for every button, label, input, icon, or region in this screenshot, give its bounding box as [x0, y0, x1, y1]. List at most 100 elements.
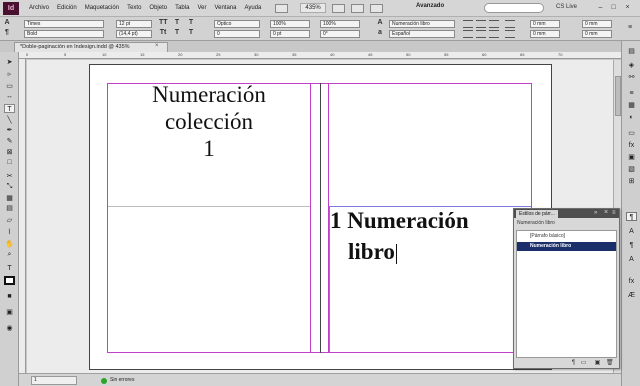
language-icon[interactable]: a: [376, 29, 384, 37]
justify-left-icon[interactable]: [463, 30, 473, 38]
justify-all-icon[interactable]: [489, 30, 499, 38]
screen-mode-tool-icon[interactable]: ◉: [4, 324, 15, 333]
style-item-basic[interactable]: [Párrafo básico]: [517, 232, 616, 241]
line-tool-icon[interactable]: ╲: [4, 116, 15, 125]
effects-panel-icon[interactable]: fx: [626, 141, 637, 150]
character-panel-icon[interactable]: A: [626, 255, 637, 264]
gap-tool-icon[interactable]: ↔: [4, 92, 15, 101]
view-options-icon[interactable]: [331, 3, 345, 13]
new-group-icon[interactable]: ▭: [580, 360, 587, 367]
page-spread[interactable]: Numeración colección 1 1 Numeración libr…: [89, 64, 552, 370]
paragraph-mode-icon[interactable]: ¶: [3, 29, 11, 37]
layers-panel-icon[interactable]: ◈: [626, 61, 637, 70]
paragraph-panel-icon[interactable]: ¶: [626, 241, 637, 250]
search-input[interactable]: [484, 3, 544, 13]
superscript-icon[interactable]: T: [173, 19, 181, 27]
normal-view-icon[interactable]: ▣: [4, 308, 15, 317]
menu-tabla[interactable]: Tabla: [171, 5, 193, 11]
align-center-icon[interactable]: [476, 20, 486, 28]
menu-ventana[interactable]: Ventana: [210, 5, 240, 11]
kerning-field[interactable]: Óptico: [214, 20, 260, 28]
paragraph-styles-panel-icon[interactable]: ¶: [626, 212, 637, 221]
text-wrap-panel-icon[interactable]: ▧: [626, 165, 637, 174]
gradient-feather-tool-icon[interactable]: ▤: [4, 204, 15, 213]
style-item-numeracion-libro[interactable]: Numeración libro: [517, 242, 616, 251]
menu-edicion[interactable]: Edición: [53, 5, 81, 11]
zoom-tool-icon[interactable]: ⌕: [4, 250, 15, 259]
first-line-indent-field[interactable]: 0 mm: [530, 30, 560, 38]
delete-style-icon[interactable]: 🗑: [606, 360, 614, 367]
space-after-field[interactable]: 0 mm: [582, 30, 612, 38]
eyedropper-tool-icon[interactable]: ⌇: [4, 228, 15, 237]
close-tab-icon[interactable]: ×: [155, 42, 159, 51]
font-size-field[interactable]: 12 pt: [116, 20, 152, 28]
underline-icon[interactable]: T: [187, 19, 195, 27]
font-family-field[interactable]: Times: [24, 20, 104, 28]
close-icon[interactable]: ×: [623, 3, 632, 12]
pencil-tool-icon[interactable]: ✎: [4, 137, 15, 146]
pages-panel-icon[interactable]: ▤: [626, 47, 637, 56]
clear-overrides-icon[interactable]: ¶: [570, 360, 577, 367]
bridge-icon[interactable]: [275, 3, 289, 13]
paragraph-style-field[interactable]: Numeración libro: [389, 20, 455, 28]
panel-tab[interactable]: Estilos de párr...: [516, 210, 558, 218]
panel-header[interactable]: Estilos de párr... » × ≡: [514, 209, 619, 218]
gradient-tool-icon[interactable]: ▦: [4, 194, 15, 203]
links-panel-icon[interactable]: ⚯: [626, 73, 637, 82]
left-indent-field[interactable]: 0 mm: [530, 20, 560, 28]
object-styles-panel-icon[interactable]: ▣: [626, 153, 637, 162]
pen-tool-icon[interactable]: ✒: [4, 126, 15, 135]
character-styles-panel-icon[interactable]: A: [626, 227, 637, 236]
tracking-field[interactable]: 0: [214, 30, 260, 38]
new-style-icon[interactable]: ▣: [594, 360, 601, 367]
note-tool-icon[interactable]: ▱: [4, 216, 15, 225]
subscript-icon[interactable]: T: [173, 29, 181, 37]
type-tool-icon[interactable]: T: [4, 104, 15, 113]
menu-archivo[interactable]: Archivo: [25, 5, 53, 11]
stroke-panel-icon[interactable]: ≡: [626, 89, 637, 98]
character-mode-icon[interactable]: A: [3, 19, 11, 27]
rectangle-tool-icon[interactable]: □: [4, 158, 15, 167]
swatches-panel-icon[interactable]: ▦: [626, 101, 637, 110]
glyphs-panel-icon[interactable]: Æ: [626, 291, 637, 300]
horizontal-scale-field[interactable]: 100%: [320, 20, 360, 28]
all-caps-icon[interactable]: TT: [159, 19, 168, 27]
scissors-tool-icon[interactable]: ✂: [4, 172, 15, 181]
left-page-text-frame[interactable]: Numeración colección 1: [108, 81, 310, 162]
justify-center-icon[interactable]: [476, 30, 486, 38]
direct-selection-tool-icon[interactable]: ▹: [4, 70, 15, 79]
maximize-icon[interactable]: □: [609, 3, 618, 12]
formatting-affects-text-icon[interactable]: T: [4, 264, 15, 273]
right-page-text-frame[interactable]: 1 Numeración libro: [330, 205, 530, 267]
page-tool-icon[interactable]: ▭: [4, 82, 15, 91]
right-indent-field[interactable]: 0 mm: [582, 20, 612, 28]
menu-ver[interactable]: Ver: [193, 5, 210, 11]
align-panel-icon[interactable]: ⊞: [626, 177, 637, 186]
leading-field[interactable]: (14,4 pt): [116, 30, 152, 38]
free-transform-tool-icon[interactable]: ⤡: [4, 182, 15, 191]
scripts-panel-icon[interactable]: fx: [626, 277, 637, 286]
vertical-ruler[interactable]: [19, 59, 26, 373]
menu-maquetacion[interactable]: Maquetación: [81, 5, 123, 11]
menu-ayuda[interactable]: Ayuda: [240, 5, 265, 11]
paragraph-styles-panel[interactable]: Estilos de párr... » × ≡ Numeración libr…: [513, 208, 620, 369]
skew-field[interactable]: 0°: [320, 30, 360, 38]
screen-mode-icon[interactable]: [350, 3, 364, 13]
menu-objeto[interactable]: Objeto: [145, 5, 171, 11]
align-left-icon[interactable]: [463, 20, 473, 28]
color-panel-icon[interactable]: ◐: [626, 113, 637, 122]
rectangle-frame-tool-icon[interactable]: ⊠: [4, 148, 15, 157]
panel-menu-icon[interactable]: ≡: [612, 210, 616, 216]
gradient-panel-icon[interactable]: ▭: [626, 129, 637, 138]
selection-tool-icon[interactable]: ➤: [4, 58, 15, 67]
align-right-icon[interactable]: [489, 20, 499, 28]
cs-live-button[interactable]: CS Live: [556, 4, 577, 10]
baseline-shift-field[interactable]: 0 pt: [270, 30, 310, 38]
panel-menu-icon[interactable]: ≡: [626, 24, 634, 32]
apply-color-icon[interactable]: ■: [4, 292, 15, 301]
strikethrough-icon[interactable]: T: [187, 29, 195, 37]
character-style-icon[interactable]: A: [376, 19, 384, 27]
close-panel-icon[interactable]: ×: [604, 209, 608, 216]
hand-tool-icon[interactable]: ✋: [4, 240, 15, 249]
arrange-documents-icon[interactable]: [369, 3, 383, 13]
